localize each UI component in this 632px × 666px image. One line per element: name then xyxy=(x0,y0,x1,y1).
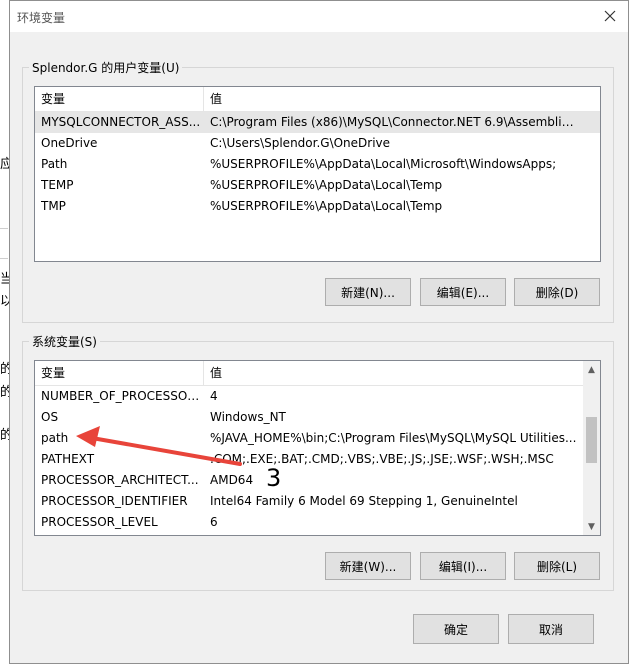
variable-name: NUMBER_OF_PROCESSORS xyxy=(41,389,201,403)
list-header: 变量 值 xyxy=(35,87,600,112)
variable-name: TEMP xyxy=(41,178,74,192)
close-icon xyxy=(604,10,616,22)
column-header-variable[interactable]: 变量 xyxy=(35,87,204,111)
variable-value: %USERPROFILE%\AppData\Local\Temp xyxy=(210,199,443,213)
system-delete-button[interactable]: 删除(L) xyxy=(514,552,600,580)
list-header: 变量 值 xyxy=(35,361,600,386)
table-row[interactable]: PROCESSOR_IDENTIFIER Intel64 Family 6 Mo… xyxy=(35,491,600,512)
system-edit-button[interactable]: 编辑(I)... xyxy=(420,552,506,580)
variable-value: %USERPROFILE%\AppData\Local\Temp xyxy=(210,178,443,192)
table-row[interactable]: MYSQLCONNECTOR_ASS... C:\Program Files (… xyxy=(35,112,600,133)
vertical-scrollbar[interactable]: ▲ ▼ xyxy=(583,361,600,535)
table-row[interactable]: NUMBER_OF_PROCESSORS 4 xyxy=(35,386,600,407)
user-variables-label: Splendor.G 的用户变量(U) xyxy=(29,59,183,76)
system-variables-label: 系统变量(S) xyxy=(29,333,100,350)
cancel-button[interactable]: 取消 xyxy=(508,614,594,644)
variable-value: %USERPROFILE%\AppData\Local\Microsoft\Wi… xyxy=(210,157,557,171)
title-bar: 环境变量 xyxy=(10,1,628,32)
scroll-up-arrow-icon[interactable]: ▲ xyxy=(583,361,600,378)
background-divider xyxy=(0,228,8,229)
system-variables-group: 系统变量(S) 变量 值 NUMBER_OF_PROCESSORS 4 OS W… xyxy=(22,333,614,591)
close-button[interactable] xyxy=(598,5,622,27)
variable-value: C:\Users\Splendor.G\OneDrive xyxy=(210,136,391,150)
system-variables-list[interactable]: 变量 值 NUMBER_OF_PROCESSORS 4 OS Windows_N… xyxy=(34,360,601,536)
ok-button[interactable]: 确定 xyxy=(413,614,499,644)
variable-value: Windows_NT xyxy=(210,410,286,424)
dialog-title: 环境变量 xyxy=(17,11,66,25)
variable-name: path xyxy=(41,431,69,445)
table-row[interactable]: TMP %USERPROFILE%\AppData\Local\Temp xyxy=(35,196,600,217)
variable-name: TMP xyxy=(41,199,66,213)
table-row[interactable]: OS Windows_NT xyxy=(35,407,600,428)
user-delete-button[interactable]: 删除(D) xyxy=(514,278,600,306)
table-row[interactable]: TEMP %USERPROFILE%\AppData\Local\Temp xyxy=(35,175,600,196)
scroll-down-arrow-icon[interactable]: ▼ xyxy=(583,518,600,535)
variable-name: PROCESSOR_ARCHITECT... xyxy=(41,473,199,487)
variable-name: MYSQLCONNECTOR_ASS... xyxy=(41,115,201,129)
table-row[interactable]: PROCESSOR_LEVEL 6 xyxy=(35,512,600,533)
scrollbar-thumb[interactable] xyxy=(586,417,597,463)
variable-value: Intel64 Family 6 Model 69 Stepping 1, Ge… xyxy=(210,494,518,508)
table-row[interactable]: PROCESSOR_ARCHITECT... AMD64 xyxy=(35,470,600,491)
variable-value: %JAVA_HOME%\bin;C:\Program Files\MySQL\M… xyxy=(210,431,577,445)
environment-variables-dialog: 环境变量 Splendor.G 的用户变量(U) 变量 值 MYSQLCONNE… xyxy=(9,0,629,664)
variable-name: PROCESSOR_IDENTIFIER xyxy=(41,494,188,508)
variable-value: C:\Program Files (x86)\MySQL\Connector.N… xyxy=(210,115,580,129)
table-row[interactable]: OneDrive C:\Users\Splendor.G\OneDrive xyxy=(35,133,600,154)
background-divider xyxy=(0,258,8,259)
user-edit-button[interactable]: 编辑(E)... xyxy=(420,278,506,306)
variable-value: 4 xyxy=(210,389,218,403)
user-variables-list[interactable]: 变量 值 MYSQLCONNECTOR_ASS... C:\Program Fi… xyxy=(34,86,601,262)
column-header-value[interactable]: 值 xyxy=(204,87,594,111)
variable-name: PROCESSOR_LEVEL xyxy=(41,515,158,529)
table-row[interactable]: Path %USERPROFILE%\AppData\Local\Microso… xyxy=(35,154,600,175)
user-new-button[interactable]: 新建(N)... xyxy=(325,278,411,306)
table-row[interactable]: path %JAVA_HOME%\bin;C:\Program Files\My… xyxy=(35,428,600,449)
column-header-variable[interactable]: 变量 xyxy=(35,361,204,385)
variable-name: PATHEXT xyxy=(41,452,95,466)
annotation-number: 3 xyxy=(266,464,282,492)
table-row[interactable]: PATHEXT .COM;.EXE;.BAT;.CMD;.VBS;.VBE;.J… xyxy=(35,449,600,470)
variable-value: 6 xyxy=(210,515,218,529)
system-new-button[interactable]: 新建(W)... xyxy=(325,552,411,580)
variable-name: Path xyxy=(41,157,68,171)
variable-name: OneDrive xyxy=(41,136,98,150)
user-variables-group: Splendor.G 的用户变量(U) 变量 值 MYSQLCONNECTOR_… xyxy=(22,59,614,323)
column-header-value[interactable]: 值 xyxy=(204,361,594,385)
variable-name: OS xyxy=(41,410,59,424)
